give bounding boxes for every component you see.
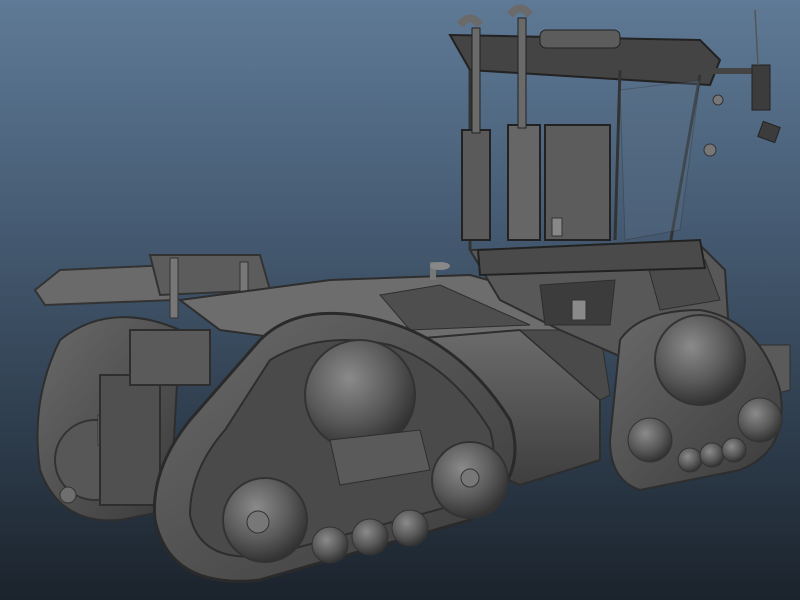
3d-viewport[interactable] bbox=[0, 0, 800, 600]
front-right-track bbox=[608, 308, 783, 492]
cab bbox=[448, 9, 781, 277]
tractor-render bbox=[33, 4, 791, 583]
